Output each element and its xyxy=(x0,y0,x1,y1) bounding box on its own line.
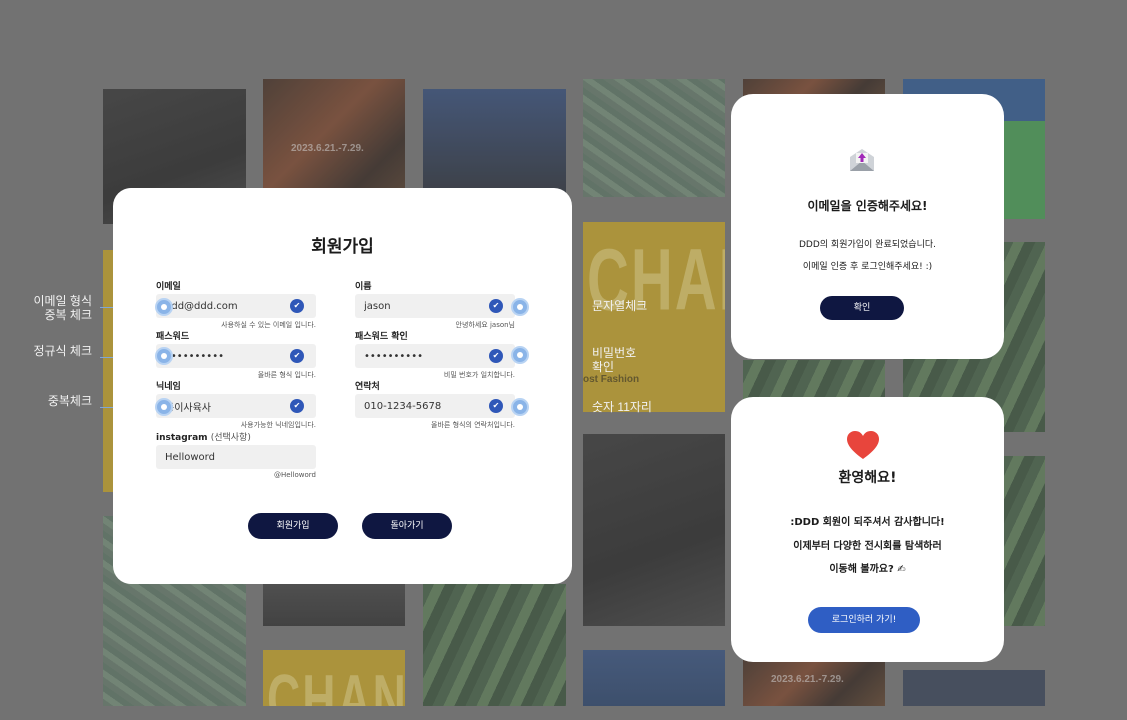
phone-field[interactable] xyxy=(364,394,484,418)
check-icon: ✔ xyxy=(489,399,503,413)
annotation-dot xyxy=(155,398,173,416)
annotation-email: 이메일 형식 중복 체크 xyxy=(33,294,92,322)
password-confirm-group: 패스워드 확인 ✔ 비밀 번호가 일치합니다. xyxy=(355,329,515,380)
welcome-line1: :DDD 회원이 되주셔서 감사합니다! xyxy=(790,517,945,528)
phone-label: 연락처 xyxy=(355,382,380,392)
email-field[interactable] xyxy=(165,294,285,318)
verify-email-card: 이메일을 인증해주세요! DDD의 회원가입이 완료되었습니다. 이메일 인증 … xyxy=(731,94,1004,359)
annotation-phone: 숫자 11자리 xyxy=(592,400,652,414)
annotation-regex: 정규식 체크 xyxy=(33,344,92,358)
password-group: 패스워드 ✔ 올바른 형식 입니다. xyxy=(156,329,316,380)
check-icon: ✔ xyxy=(290,349,304,363)
annotation-string: 문자열체크 xyxy=(592,299,648,313)
welcome-line3-wrap: 이동해 볼까요? ✍ xyxy=(731,560,1004,575)
email-label: 이메일 xyxy=(156,282,181,292)
signup-button[interactable]: 회원가입 xyxy=(248,513,338,539)
instagram-hint: @Helloword xyxy=(274,471,316,479)
writing-hand-icon: ✍ xyxy=(897,564,906,575)
phone-box: ✔ xyxy=(355,394,515,418)
verify-line2: 이메일 인증 후 로그인해주세요! :) xyxy=(802,262,933,272)
check-icon: ✔ xyxy=(489,299,503,313)
annotation-password: 비밀번호 확인 xyxy=(592,346,637,374)
phone-group: 연락처 ✔ 올바른 형식의 연락처입니다. xyxy=(355,379,515,430)
envelope-upload-icon xyxy=(848,147,876,173)
instagram-box xyxy=(156,445,316,469)
welcome-card: 환영해요! :DDD 회원이 되주셔서 감사합니다! 이제부터 다양한 전시회를… xyxy=(731,397,1004,662)
name-label: 이름 xyxy=(355,282,372,292)
password-confirm-label: 패스워드 확인 xyxy=(355,332,408,342)
check-icon: ✔ xyxy=(290,299,304,313)
annotation-duplicate: 중복체크 xyxy=(47,394,92,408)
verify-line1: DDD의 회원가입이 완료되었습니다. xyxy=(798,240,936,250)
welcome-title: 환영해요! xyxy=(838,470,897,486)
name-field[interactable] xyxy=(364,294,484,318)
name-box: ✔ xyxy=(355,294,515,318)
go-login-button[interactable]: 로그인하러 가기! xyxy=(808,607,920,633)
check-icon: ✔ xyxy=(290,399,304,413)
signup-modal: 회원가입 이메일 ✔ 사용하실 수 있는 이메일 입니다. 이름 ✔ 안녕하세요… xyxy=(113,188,572,584)
instagram-label-text: instagram xyxy=(156,433,208,443)
email-group: 이메일 ✔ 사용하실 수 있는 이메일 입니다. xyxy=(156,279,316,330)
signup-title: 회원가입 xyxy=(311,237,374,257)
nickname-box: ✔ xyxy=(156,394,316,418)
heart-icon xyxy=(846,430,880,460)
welcome-line3: 이동해 볼까요? xyxy=(829,564,894,575)
check-icon: ✔ xyxy=(489,349,503,363)
nickname-label: 닉네임 xyxy=(156,382,181,392)
annotation-dot xyxy=(511,346,529,364)
password-box: ✔ xyxy=(156,344,316,368)
phone-hint: 올바른 형식의 연락처입니다. xyxy=(431,421,515,429)
password-field[interactable] xyxy=(165,344,285,368)
annotation-dot xyxy=(155,347,173,365)
welcome-line2: 이제부터 다양한 전시회를 탐색하러 xyxy=(793,541,942,552)
back-button[interactable]: 돌아가기 xyxy=(362,513,452,539)
nickname-group: 닉네임 ✔ 사용가능한 닉네임입니다. xyxy=(156,379,316,430)
password-label: 패스워드 xyxy=(156,332,190,342)
annotation-dot xyxy=(155,298,173,316)
name-group: 이름 ✔ 안녕하세요 jason님 xyxy=(355,279,515,330)
instagram-label: instagram (선택사항) xyxy=(156,430,316,443)
verify-title: 이메일을 인증해주세요! xyxy=(807,199,928,213)
annotation-dot xyxy=(511,298,529,316)
instagram-field[interactable] xyxy=(165,445,285,469)
password-confirm-box: ✔ xyxy=(355,344,515,368)
annotation-dot xyxy=(511,398,529,416)
instagram-optional: (선택사항) xyxy=(210,433,251,443)
instagram-group: instagram (선택사항) @Helloword xyxy=(156,430,316,479)
confirm-button[interactable]: 확인 xyxy=(820,296,904,320)
email-box: ✔ xyxy=(156,294,316,318)
nickname-hint: 사용가능한 닉네임입니다. xyxy=(240,421,316,429)
nickname-field[interactable] xyxy=(165,394,285,418)
password-confirm-field[interactable] xyxy=(364,344,484,368)
